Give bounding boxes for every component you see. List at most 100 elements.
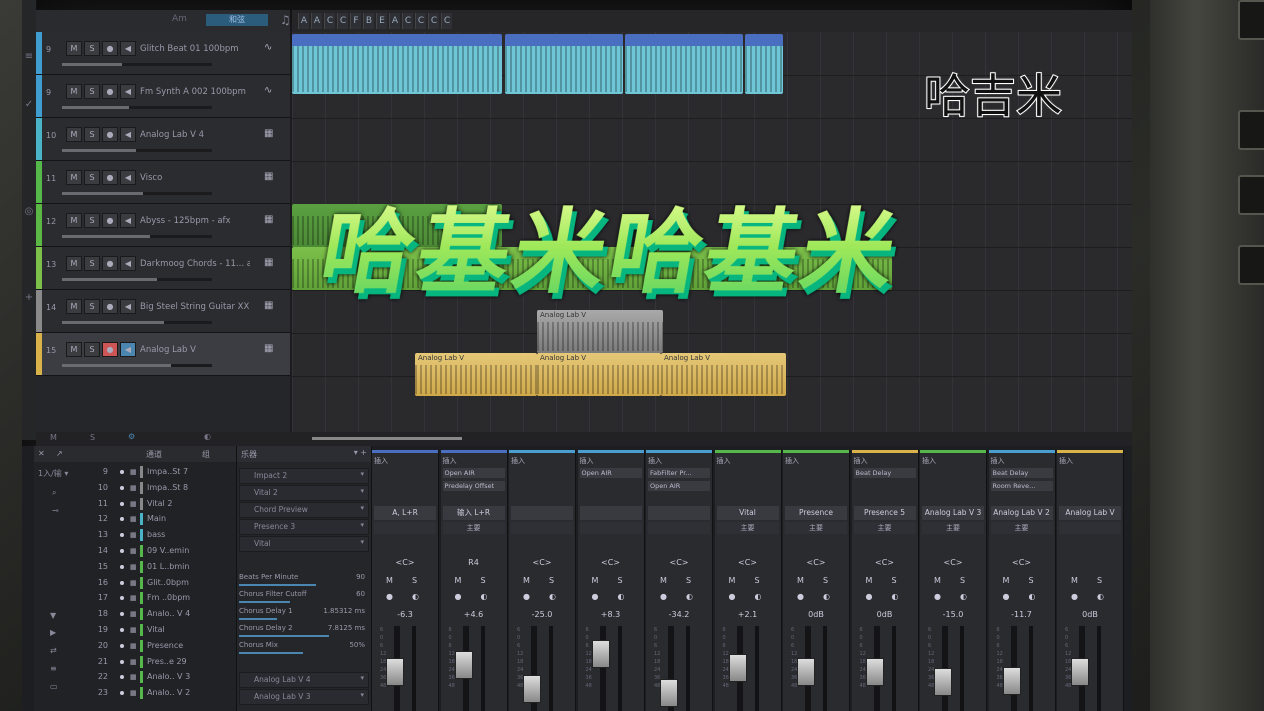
mute-button[interactable]: M xyxy=(66,41,82,56)
insert-label[interactable]: 插入 xyxy=(717,456,731,466)
channel-row[interactable]: 18 ▦ Analo.. V 4 xyxy=(34,606,236,622)
record-arm-icon[interactable]: ● xyxy=(523,592,530,601)
solo-button[interactable]: S xyxy=(84,170,100,185)
solo-button[interactable]: S xyxy=(755,576,760,585)
channel-name[interactable] xyxy=(511,506,573,520)
mute-button[interactable]: M xyxy=(66,170,82,185)
add-icon[interactable]: ▾ + xyxy=(354,448,367,457)
insert-label[interactable]: 插入 xyxy=(374,456,388,466)
track-name[interactable]: Visco xyxy=(140,173,250,183)
pan-value[interactable]: <C> xyxy=(785,558,847,567)
solo-button[interactable]: S xyxy=(686,576,691,585)
mute-button[interactable]: M xyxy=(1071,576,1078,585)
mute-button[interactable]: M xyxy=(66,127,82,142)
chord-mode-button[interactable]: 和弦 xyxy=(206,14,268,26)
monitor-icon[interactable]: ◐ xyxy=(412,592,419,601)
channel-row[interactable]: 14 ▦ 09 V..emin xyxy=(34,543,236,559)
mute-button[interactable]: M xyxy=(523,576,530,585)
visibility-dot[interactable] xyxy=(120,596,124,601)
parameter-slider[interactable]: Chorus Mix 50% xyxy=(239,640,367,656)
monitor-icon[interactable]: ◐ xyxy=(549,592,556,601)
track-row[interactable]: 11 M S ● ◀ Visco ▦ xyxy=(36,161,290,204)
solo-toggle[interactable]: S xyxy=(90,433,95,442)
channel-row[interactable]: 13 ▦ bass xyxy=(34,527,236,543)
insert-label[interactable]: 插入 xyxy=(991,456,1005,466)
track-name[interactable]: Analog Lab V xyxy=(140,345,250,355)
pan-value[interactable]: <C> xyxy=(717,558,779,567)
midi-clip[interactable]: Analog Lab V xyxy=(415,353,537,396)
visibility-dot[interactable] xyxy=(120,580,124,585)
track-row[interactable]: 10 M S ● ◀ Analog Lab V 4 ▦ xyxy=(36,118,290,161)
output-select[interactable] xyxy=(374,522,436,534)
chevron-down-icon[interactable]: ▾ xyxy=(360,674,364,682)
chord-marker[interactable]: B xyxy=(363,13,374,29)
pan-value[interactable]: <C> xyxy=(511,558,573,567)
mute-button[interactable]: M xyxy=(66,84,82,99)
settings-icon[interactable]: ⚙ xyxy=(128,432,135,441)
mute-button[interactable]: M xyxy=(934,576,941,585)
channel-name[interactable]: Vital xyxy=(716,506,779,520)
track-name[interactable]: Darkmoog Chords - 11... af xyxy=(140,259,250,269)
record-arm-icon[interactable]: ● xyxy=(592,592,599,601)
mute-button[interactable]: M xyxy=(455,576,462,585)
monitor-icon[interactable]: ◐ xyxy=(755,592,762,601)
insert-label[interactable]: 插入 xyxy=(511,456,525,466)
channel-name[interactable]: Analog Lab V 2 xyxy=(990,506,1053,520)
record-button[interactable]: ● xyxy=(102,84,118,99)
instrument-slot[interactable]: Chord Preview ▾ xyxy=(239,502,369,518)
visibility-dot[interactable] xyxy=(120,549,124,553)
insert-label[interactable]: 插入 xyxy=(648,456,662,466)
note-icon[interactable]: ♫ xyxy=(280,13,291,27)
insert-label[interactable]: 插入 xyxy=(854,456,868,466)
mute-button[interactable]: M xyxy=(66,256,82,271)
mute-button[interactable]: M xyxy=(866,576,873,585)
parameter-slider[interactable]: Chorus Delay 2 7.8125 ms xyxy=(239,623,367,639)
solo-button[interactable]: S xyxy=(84,84,100,99)
track-row[interactable]: 15 M S ● ◀ Analog Lab V ▦ xyxy=(36,333,290,376)
monitor-icon[interactable]: ◐ xyxy=(960,592,967,601)
chord-marker[interactable]: C xyxy=(337,13,348,29)
output-select[interactable]: 主要 xyxy=(990,522,1053,534)
solo-button[interactable]: S xyxy=(84,127,100,142)
record-arm-icon[interactable]: ● xyxy=(660,592,667,601)
channel-row[interactable]: 20 ▦ Presence xyxy=(34,638,236,654)
solo-button[interactable]: S xyxy=(84,213,100,228)
insert-label[interactable]: 插入 xyxy=(580,456,594,466)
check-icon[interactable]: ✓ xyxy=(24,100,34,110)
pan-value[interactable]: <C> xyxy=(922,558,984,567)
parameter-slider[interactable]: Chorus Delay 1 1.85312 ms xyxy=(239,606,367,622)
insert-slot[interactable]: Open AIR xyxy=(579,468,642,478)
solo-button[interactable]: S xyxy=(1029,576,1034,585)
pan-value[interactable]: <C> xyxy=(648,558,710,567)
chevron-down-icon[interactable]: ▾ xyxy=(360,691,364,699)
visibility-dot[interactable] xyxy=(120,675,124,680)
chord-marker[interactable]: A xyxy=(389,13,400,29)
chord-marker[interactable]: E xyxy=(376,13,387,29)
record-button[interactable]: ● xyxy=(102,213,118,228)
monitor-button[interactable]: ◀ xyxy=(120,342,136,357)
chevron-down-icon[interactable]: ▾ xyxy=(360,470,364,478)
record-button[interactable]: ● xyxy=(102,256,118,271)
volume-fader-handle[interactable] xyxy=(1002,666,1021,695)
channel-row[interactable]: 16 ▦ Glit..0bpm xyxy=(34,575,236,591)
chevron-down-icon[interactable]: ▾ xyxy=(360,504,364,512)
insert-slot[interactable]: Room Reve... xyxy=(990,481,1053,491)
parameter-slider[interactable]: Beats Per Minute 90 xyxy=(239,572,367,588)
monitor-icon[interactable]: ◐ xyxy=(892,592,899,601)
channel-row[interactable]: 22 ▦ Analo.. V 3 xyxy=(34,669,236,685)
solo-button[interactable]: S xyxy=(412,576,417,585)
channel-name[interactable]: Presence 5 xyxy=(853,506,916,520)
record-button[interactable]: ● xyxy=(102,170,118,185)
mute-toggle[interactable]: M xyxy=(50,433,57,442)
mute-button[interactable]: M xyxy=(386,576,393,585)
volume-fader-handle[interactable] xyxy=(660,678,678,707)
channel-name[interactable] xyxy=(648,506,710,520)
volume-fader-handle[interactable] xyxy=(1071,657,1089,686)
pan-value[interactable]: R4 xyxy=(443,558,505,567)
insert-slot[interactable]: Beat Delay xyxy=(853,468,916,478)
track-row[interactable]: 14 M S ● ◀ Big Steel String Guitar XXL ▦ xyxy=(36,290,290,333)
add-icon[interactable]: + xyxy=(24,293,34,303)
solo-button[interactable]: S xyxy=(84,41,100,56)
output-select[interactable]: 主要 xyxy=(853,522,916,534)
chord-marker[interactable]: A xyxy=(298,13,309,29)
